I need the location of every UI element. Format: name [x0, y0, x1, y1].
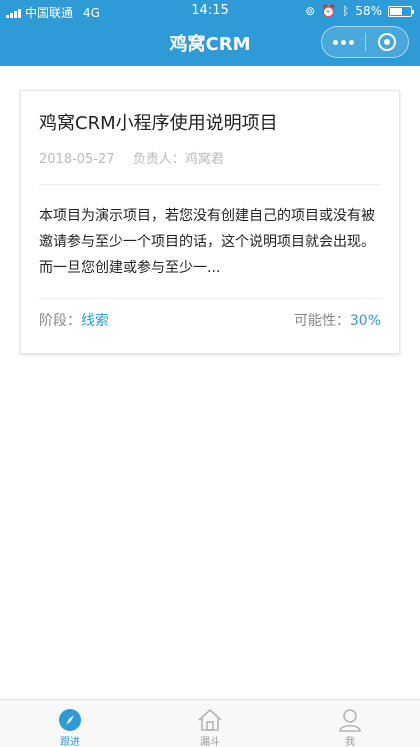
tab-follow-up[interactable]: 跟进	[0, 700, 140, 747]
probability-value: 30%	[349, 313, 381, 329]
tab-label: 我	[345, 737, 355, 747]
project-title: 鸡窝CRM小程序使用说明项目	[39, 113, 278, 134]
project-meta: 2018-05-27 负责人：鸡窝君	[39, 151, 381, 169]
compass-icon	[57, 708, 83, 732]
status-bar-right: ⊚ ⏰ ᛒ 58%	[305, 4, 414, 18]
card-footer: 阶段：线索 可能性：30%	[39, 311, 381, 331]
battery-level-fill	[390, 7, 402, 15]
status-bar: 中国联通 4G 14:15 ⊚ ⏰ ᛒ 58%	[0, 0, 420, 22]
bottom-tab-bar: 跟进 漏斗 我	[0, 699, 420, 747]
tab-me[interactable]: 我	[280, 700, 420, 747]
probability-info: 可能性：30%	[294, 311, 381, 331]
bluetooth-icon: ᛒ	[342, 4, 350, 18]
more-dots-icon	[332, 39, 354, 45]
stage-value: 线索	[81, 313, 109, 329]
tab-label: 漏斗	[200, 737, 220, 747]
alarm-icon: ⏰	[321, 4, 337, 18]
project-card[interactable]: 鸡窝CRM小程序使用说明项目 2018-05-27 负责人：鸡窝君 本项目为演示…	[20, 90, 400, 354]
battery-icon	[388, 5, 414, 17]
mini-program-capsule	[321, 26, 409, 58]
rotation-lock-icon: ⊚	[305, 4, 316, 18]
battery-percent: 58%	[355, 4, 382, 18]
project-description: 本项目为演示项目，若您没有创建自己的项目或没有被邀请参与至少一个项目的话，这个说…	[39, 208, 375, 276]
card-divider-bottom	[39, 298, 381, 299]
project-date: 2018-05-27	[39, 152, 115, 167]
stage-label: 阶段：	[39, 313, 81, 329]
tab-funnel[interactable]: 漏斗	[140, 700, 280, 747]
tab-label: 跟进	[60, 737, 80, 747]
home-icon	[197, 708, 223, 732]
stage-info: 阶段：线索	[39, 311, 109, 331]
app-header: 中国联通 4G 14:15 ⊚ ⏰ ᛒ 58% 鸡窝CRM	[0, 0, 420, 66]
close-mini-program-button[interactable]	[366, 27, 409, 57]
card-divider	[39, 184, 381, 185]
owner-name: 鸡窝君	[184, 152, 224, 167]
more-button[interactable]	[322, 27, 365, 57]
probability-label: 可能性：	[293, 313, 350, 329]
target-icon	[377, 33, 396, 51]
user-icon	[337, 708, 363, 732]
owner-label: 负责人：	[132, 152, 185, 167]
